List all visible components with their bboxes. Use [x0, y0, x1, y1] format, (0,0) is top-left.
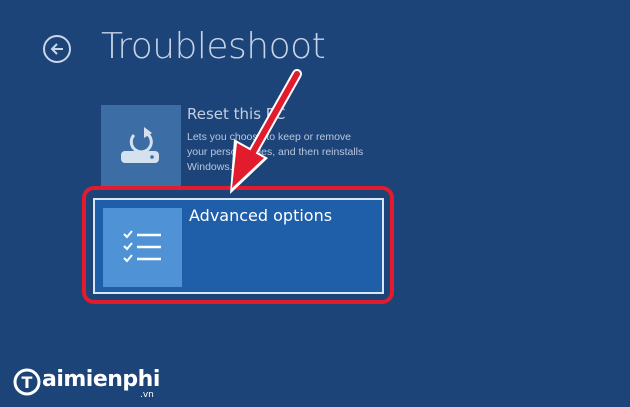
watermark-suffix: .vn	[140, 390, 154, 400]
watermark-text: aimienphi	[42, 367, 160, 392]
watermark: T aimienphi .vn	[12, 363, 192, 403]
watermark-initial: T	[22, 373, 33, 392]
annotation-arrow	[230, 69, 302, 194]
watermark-logo-icon: T	[13, 368, 41, 396]
troubleshoot-screen: Troubleshoot Reset this PC Lets you choo…	[0, 0, 630, 407]
